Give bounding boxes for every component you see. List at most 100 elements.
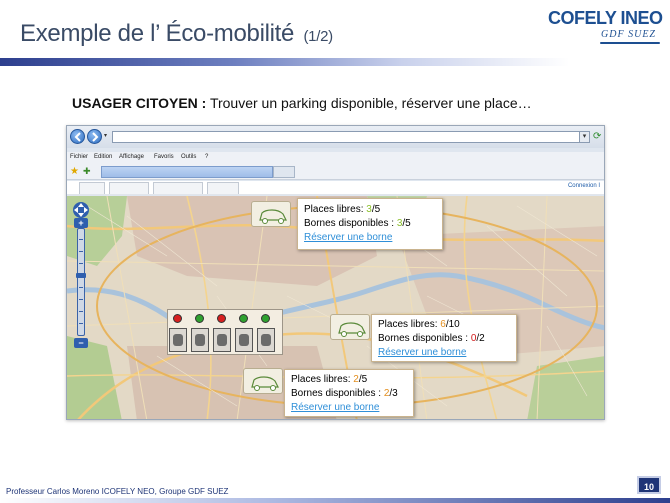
zoom-in-button[interactable]: + xyxy=(74,218,88,228)
refresh-icon[interactable]: ⟳ xyxy=(593,131,603,142)
zoom-tick xyxy=(79,287,83,288)
browser-window: ▾ ▾ ⟳ Fichier Edition Affichage Favoris … xyxy=(66,125,605,420)
page-tab[interactable] xyxy=(153,182,203,194)
reserver-borne-link[interactable]: Réserver une borne xyxy=(378,346,466,359)
slide-title-suffix: (1/2) xyxy=(303,28,333,45)
address-dropdown-button[interactable]: ▾ xyxy=(579,132,589,142)
places-label: Places libres: xyxy=(378,319,441,330)
menu-help[interactable]: ? xyxy=(205,154,208,160)
car-outline-icon xyxy=(251,376,279,391)
car-outline-icon xyxy=(259,209,287,224)
menu-bar: Fichier Edition Affichage Favoris Outils… xyxy=(67,152,604,164)
history-dropdown-icon[interactable]: ▾ xyxy=(104,132,107,139)
zoom-slider[interactable] xyxy=(76,228,86,336)
electric-car-marker-icon[interactable] xyxy=(330,314,370,340)
zoom-tick xyxy=(79,323,83,324)
parking-slot xyxy=(257,328,275,352)
bornes-total-value: /5 xyxy=(402,218,411,229)
page-tab[interactable] xyxy=(207,182,239,194)
bornes-label: Bornes disponibles : xyxy=(378,333,471,344)
electric-car-marker-icon[interactable] xyxy=(251,201,291,227)
traffic-light-green-icon xyxy=(239,314,248,323)
menu-fichier[interactable]: Fichier xyxy=(70,154,88,160)
zoom-tick xyxy=(79,263,83,264)
zoom-out-button[interactable]: − xyxy=(74,338,88,348)
favorites-star-icon[interactable]: ★ xyxy=(70,166,79,177)
places-label: Places libres: xyxy=(304,204,367,215)
parking-slot xyxy=(235,328,253,352)
forward-button[interactable] xyxy=(87,129,102,144)
address-bar[interactable]: ▾ xyxy=(112,131,590,143)
subtitle-bold: USAGER CITOYEN : xyxy=(72,95,207,111)
parking-slot xyxy=(191,328,209,352)
parking-info-popup: Places libres: 6/10 Bornes disponibles :… xyxy=(371,314,517,362)
bornes-total-value: /2 xyxy=(476,333,485,344)
parking-info-popup: Places libres: 2/5 Bornes disponibles : … xyxy=(284,369,414,417)
footer-divider-bar xyxy=(0,498,670,503)
car-icon xyxy=(217,334,227,346)
car-icon xyxy=(195,334,205,346)
traffic-light-red-icon xyxy=(217,314,226,323)
menu-affichage[interactable]: Affichage xyxy=(119,154,144,160)
slide-title: Exemple de l’ Éco-mobilité (1/2) xyxy=(20,20,333,48)
menu-edition[interactable]: Edition xyxy=(94,154,112,160)
zoom-tick xyxy=(79,239,83,240)
page-tab[interactable] xyxy=(79,182,105,194)
city-map[interactable]: + − Places libres: 3/5 Bornes disponible… xyxy=(67,196,604,419)
places-total-value: /5 xyxy=(358,374,368,385)
company-logo: COFELY INEO GDF SUEZ xyxy=(548,8,663,48)
bornes-line: Bornes disponibles : 3/5 xyxy=(304,217,411,230)
places-total-value: /10 xyxy=(445,319,460,330)
connexion-link[interactable]: Connexion I xyxy=(568,183,600,189)
zoom-tick xyxy=(79,311,83,312)
parking-slot xyxy=(213,328,231,352)
parking-slots-widget xyxy=(167,309,283,355)
places-libres-line: Places libres: 6/10 xyxy=(378,318,460,331)
car-outline-icon xyxy=(338,322,366,337)
traffic-light-red-icon xyxy=(173,314,182,323)
menu-outils[interactable]: Outils xyxy=(181,154,196,160)
forward-arrow-icon xyxy=(92,132,99,142)
car-icon xyxy=(261,334,271,346)
bornes-label: Bornes disponibles : xyxy=(291,388,384,399)
bornes-label: Bornes disponibles : xyxy=(304,218,397,229)
reserver-borne-link[interactable]: Réserver une borne xyxy=(291,401,379,414)
bornes-line: Bornes disponibles : 2/3 xyxy=(291,387,398,400)
bornes-line: Bornes disponibles : 0/2 xyxy=(378,332,485,345)
back-arrow-icon xyxy=(74,132,81,142)
back-button[interactable] xyxy=(70,129,85,144)
reserver-borne-link[interactable]: Réserver une borne xyxy=(304,231,392,244)
new-tab-button[interactable] xyxy=(273,166,295,178)
car-icon xyxy=(239,334,249,346)
parking-info-popup: Places libres: 3/5 Bornes disponibles : … xyxy=(297,198,443,250)
logo-group-text: GDF SUEZ xyxy=(601,29,656,40)
page-number: 10 xyxy=(637,476,661,494)
favorites-bar: ★ ✚ xyxy=(67,164,604,180)
car-icon xyxy=(173,334,183,346)
menu-favoris[interactable]: Favoris xyxy=(154,154,174,160)
traffic-light-green-icon xyxy=(261,314,270,323)
places-label: Places libres: xyxy=(291,374,354,385)
active-browser-tab[interactable] xyxy=(101,166,273,178)
places-libres-line: Places libres: 2/5 xyxy=(291,373,367,386)
places-libres-line: Places libres: 3/5 xyxy=(304,203,380,216)
traffic-light-green-icon xyxy=(195,314,204,323)
footer-credit: Professeur Carlos Moreno ICOFELY NEO, Gr… xyxy=(6,487,229,496)
places-total-value: /5 xyxy=(371,204,381,215)
subtitle-text: Trouver un parking disponible, réserver … xyxy=(206,95,532,111)
bornes-total-value: /3 xyxy=(389,388,398,399)
electric-car-marker-icon[interactable] xyxy=(243,368,283,394)
header-divider-bar xyxy=(0,58,670,66)
address-toolbar: ▾ ▾ ⟳ xyxy=(67,126,604,148)
zoom-tick xyxy=(79,299,83,300)
add-favorite-icon[interactable]: ✚ xyxy=(83,166,91,177)
zoom-tick xyxy=(79,251,83,252)
slide-title-text: Exemple de l’ Éco-mobilité xyxy=(20,20,295,47)
pan-arrows-icon xyxy=(73,202,89,218)
logo-underline xyxy=(600,42,660,44)
zoom-slider-handle[interactable] xyxy=(76,273,86,278)
logo-brand-text: COFELY INEO xyxy=(548,8,663,28)
page-tab[interactable] xyxy=(109,182,149,194)
map-pan-control[interactable] xyxy=(72,201,90,219)
parking-slot xyxy=(169,328,187,352)
